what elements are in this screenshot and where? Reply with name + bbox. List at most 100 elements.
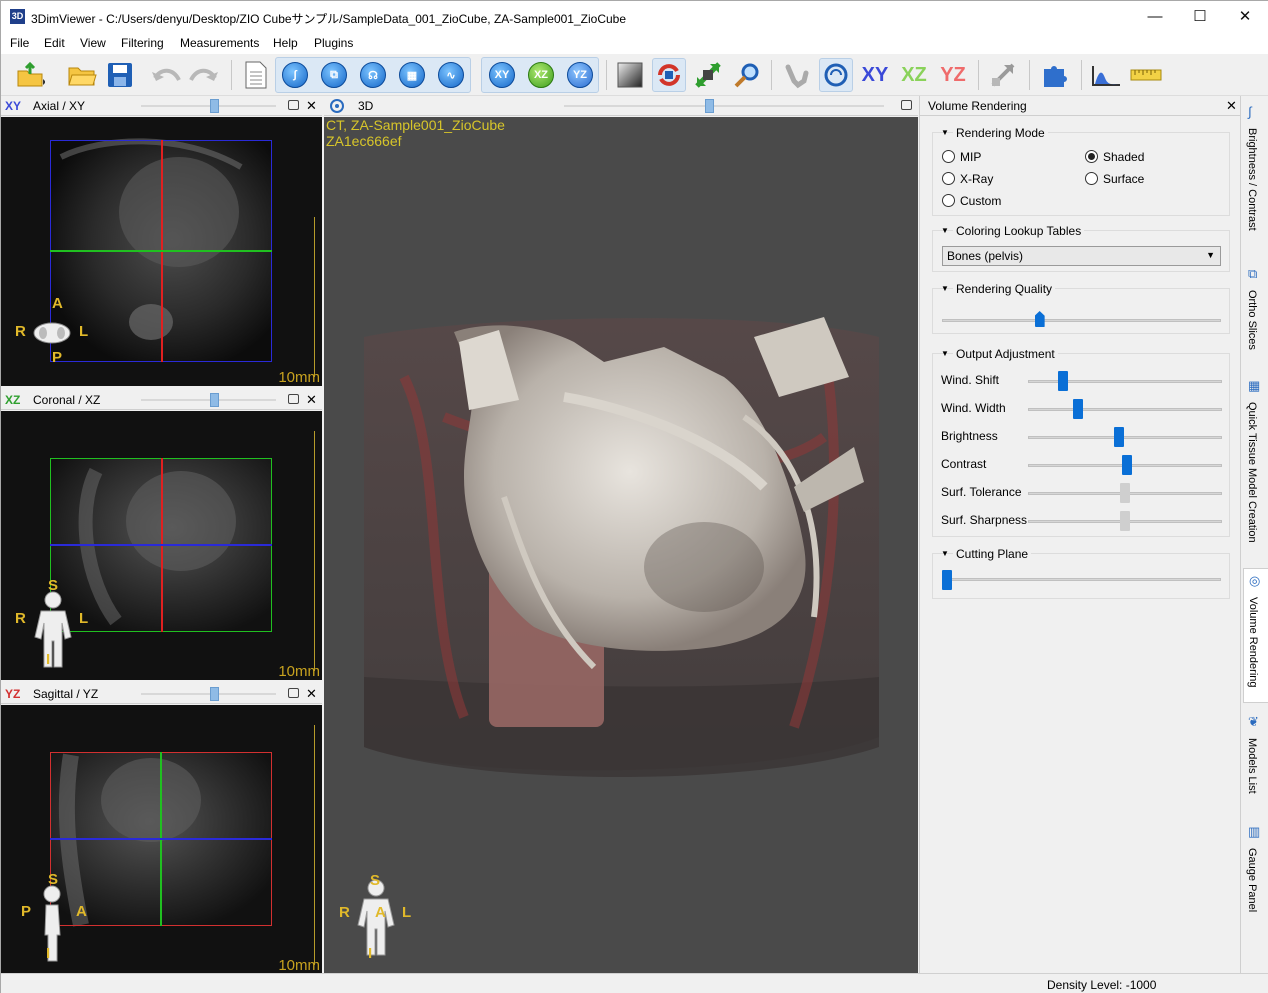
- coronal-axial-line[interactable]: [50, 544, 272, 546]
- cutting-plane-group: ▼ Cutting Plane: [932, 547, 1230, 599]
- output-slider-track[interactable]: [1028, 408, 1222, 411]
- menu-filtering[interactable]: Filtering: [121, 36, 164, 50]
- menu-measurements[interactable]: Measurements: [180, 36, 259, 50]
- yz-view-button[interactable]: YZ: [563, 58, 597, 92]
- coronal-screenshot-icon[interactable]: [288, 394, 299, 404]
- save-button[interactable]: [103, 58, 137, 92]
- maximize-button[interactable]: ☐: [1177, 1, 1223, 32]
- plugin-puzzle-icon: [1044, 66, 1067, 87]
- tab-gauge-panel[interactable]: ▥ Gauge Panel: [1243, 824, 1268, 924]
- surface-radio[interactable]: [1085, 172, 1098, 185]
- redo-button[interactable]: [187, 58, 221, 92]
- tab-ortho-slices[interactable]: ⧉ Ortho Slices: [1243, 266, 1268, 366]
- collapse-triangle-icon[interactable]: ▼: [941, 349, 949, 358]
- undo-button[interactable]: [149, 58, 183, 92]
- menu-file[interactable]: File: [10, 36, 29, 50]
- menu-help[interactable]: Help: [273, 36, 298, 50]
- sagittal-screenshot-icon[interactable]: [288, 688, 299, 698]
- ortho-slices-tab-icon: ⧉: [1248, 266, 1258, 281]
- coronal-slice-thumb[interactable]: [210, 393, 219, 407]
- coloring-lut-select[interactable]: Bones (pelvis) ▼: [942, 246, 1221, 266]
- axial-orient-left: L: [79, 323, 89, 340]
- axial-view[interactable]: 10mm A R L P: [1, 117, 322, 386]
- menu-edit[interactable]: Edit: [44, 36, 65, 50]
- output-slider-thumb[interactable]: [1114, 427, 1125, 447]
- tab-brightness-contrast[interactable]: ∫ Brightness / Contrast: [1243, 104, 1268, 254]
- view3d-orient-superior: S: [370, 872, 381, 889]
- coronal-slice-slider[interactable]: [141, 399, 276, 401]
- brightness-contrast-button[interactable]: ∫: [278, 58, 312, 92]
- menu-plugins[interactable]: Plugins: [314, 36, 353, 50]
- sagittal-axial-line[interactable]: [50, 838, 272, 840]
- toolbar-separator: [771, 60, 772, 90]
- arrow-tool-button[interactable]: [987, 58, 1021, 92]
- volume-rendering-toggle[interactable]: [819, 58, 853, 92]
- output-slider-thumb[interactable]: [1073, 399, 1084, 419]
- axial-ruler: [314, 217, 320, 377]
- collapse-triangle-icon[interactable]: ▼: [941, 226, 949, 235]
- sagittal-slice-slider[interactable]: [141, 693, 276, 695]
- yz-slice-button[interactable]: YZ: [936, 58, 970, 92]
- custom-radio[interactable]: [942, 194, 955, 207]
- view3d-slider[interactable]: [564, 105, 884, 107]
- output-slider-thumb[interactable]: [1121, 455, 1132, 475]
- checker-button[interactable]: ▦: [395, 58, 429, 92]
- xy-slice-button[interactable]: XY: [858, 58, 892, 92]
- rotate-scene-button[interactable]: [652, 58, 686, 92]
- view3d-screenshot-icon[interactable]: [901, 100, 912, 110]
- open-folder-button[interactable]: [65, 58, 99, 92]
- tissue-model-button[interactable]: ☊: [356, 58, 390, 92]
- output-slider-track[interactable]: [1028, 436, 1222, 439]
- bone-select-button[interactable]: [779, 58, 813, 92]
- xy-view-button[interactable]: XY: [485, 58, 519, 92]
- tab-models-list[interactable]: ❦ Models List: [1243, 714, 1268, 814]
- collapse-triangle-icon[interactable]: ▼: [941, 549, 949, 558]
- collapse-triangle-icon[interactable]: ▼: [941, 128, 949, 137]
- pan-button[interactable]: [691, 58, 725, 92]
- rendering-quality-track[interactable]: [942, 319, 1221, 322]
- close-window-button[interactable]: ✕: [1222, 1, 1268, 32]
- sagittal-close-button[interactable]: ✕: [306, 686, 317, 702]
- axial-close-button[interactable]: ✕: [306, 98, 317, 114]
- coronal-close-button[interactable]: ✕: [306, 392, 317, 408]
- axial-slice-slider[interactable]: [141, 105, 276, 107]
- sagittal-view[interactable]: 10mm S P A I: [1, 705, 322, 973]
- xz-slice-button[interactable]: XZ: [897, 58, 931, 92]
- cutting-plane-thumb[interactable]: [942, 570, 952, 590]
- volume-rendering-icon: [824, 63, 848, 87]
- xz-view-button[interactable]: XZ: [524, 58, 558, 92]
- menu-view[interactable]: View: [80, 36, 106, 50]
- plugin-button[interactable]: [1038, 58, 1072, 92]
- rendering-quality-thumb[interactable]: [1034, 311, 1045, 327]
- gradient-button[interactable]: [613, 58, 647, 92]
- ruler-button[interactable]: [1129, 58, 1163, 92]
- output-slider-thumb[interactable]: [1057, 371, 1068, 391]
- axial-coronal-line[interactable]: [50, 250, 272, 252]
- density-window-button[interactable]: ∿: [434, 58, 468, 92]
- output-slider-thumb: [1120, 511, 1130, 531]
- axial-orient-anterior: A: [52, 295, 63, 312]
- vr-panel-close-button[interactable]: ✕: [1226, 98, 1237, 114]
- axial-slice-thumb[interactable]: [210, 99, 219, 113]
- zoom-button[interactable]: [730, 58, 764, 92]
- new-document-button[interactable]: [239, 58, 273, 92]
- tab-quick-tissue[interactable]: ▦ Quick Tissue Model Creation: [1243, 378, 1268, 558]
- axial-screenshot-icon[interactable]: [288, 100, 299, 110]
- view3d-slider-thumb[interactable]: [705, 99, 714, 113]
- minimize-button[interactable]: —: [1132, 1, 1178, 32]
- open-dicom-button[interactable]: [13, 58, 47, 92]
- collapse-triangle-icon[interactable]: ▼: [941, 284, 949, 293]
- histogram-button[interactable]: [1089, 58, 1123, 92]
- sagittal-slice-thumb[interactable]: [210, 687, 219, 701]
- cutting-plane-track[interactable]: [942, 578, 1221, 581]
- coronal-body-icon: [34, 591, 72, 668]
- view3d-canvas[interactable]: CT, ZA-Sample001_ZioCube ZA1ec666ef S R …: [324, 117, 918, 973]
- window-title: 3DimViewer - C:/Users/denyu/Desktop/ZIO …: [31, 12, 627, 26]
- ortho-slices-button[interactable]: ⧉: [317, 58, 351, 92]
- tab-volume-rendering[interactable]: ◎ Volume Rendering: [1243, 568, 1268, 703]
- shaded-radio[interactable]: [1085, 150, 1098, 163]
- mip-radio[interactable]: [942, 150, 955, 163]
- xz-slice-icon: XZ: [901, 63, 927, 86]
- xray-radio[interactable]: [942, 172, 955, 185]
- coronal-view[interactable]: 10mm S R L I: [1, 411, 322, 680]
